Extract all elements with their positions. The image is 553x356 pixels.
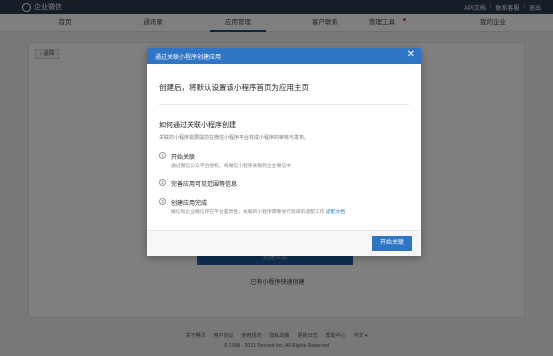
step-title: 开始关联	[171, 155, 196, 161]
dialog-lead-text: 创建后，将默认设置该小程序首页为应用主页	[159, 83, 309, 92]
step-number: 2	[159, 179, 166, 186]
step-title: 完善应用可见范围等信息	[171, 182, 238, 188]
adaptation-docs-link[interactable]: 适配文档	[326, 210, 345, 215]
dialog-body: 创建后，将默认设置该小程序首页为应用主页 如何通过关联小程序创建 关联的小程序需…	[147, 64, 421, 230]
how-to-description: 关联的小程序需要提前在微信小程序平台完成小程序的审核与发布。	[159, 135, 310, 141]
start-linking-button[interactable]: 开始关联	[372, 236, 412, 251]
dialog-footer: 开始关联	[147, 230, 421, 256]
dialog-title: 通过关联小程序创建应用	[155, 55, 222, 61]
step-description: 微信和企业微信存在平台差异性，关联的小程序需要进行简单的适配工作 适配文档	[171, 208, 345, 215]
dialog-header: 通过关联小程序创建应用 ✕	[147, 48, 421, 64]
step-description: 通过微信公众平台授权，将微信小程序关联到企业微信中	[171, 164, 291, 169]
step-title: 创建应用完成	[171, 201, 208, 207]
step-number: 3	[159, 198, 166, 205]
divider	[159, 104, 409, 105]
step-number: 1	[159, 152, 166, 159]
how-to-title: 如何通过关联小程序创建	[159, 122, 236, 129]
link-miniprogram-dialog: 通过关联小程序创建应用 ✕ 创建后，将默认设置该小程序首页为应用主页 如何通过关…	[147, 48, 421, 256]
close-icon[interactable]: ✕	[407, 49, 415, 61]
step-description-text: 微信和企业微信存在平台差异性，关联的小程序需要进行简单的适配工作	[171, 210, 325, 215]
